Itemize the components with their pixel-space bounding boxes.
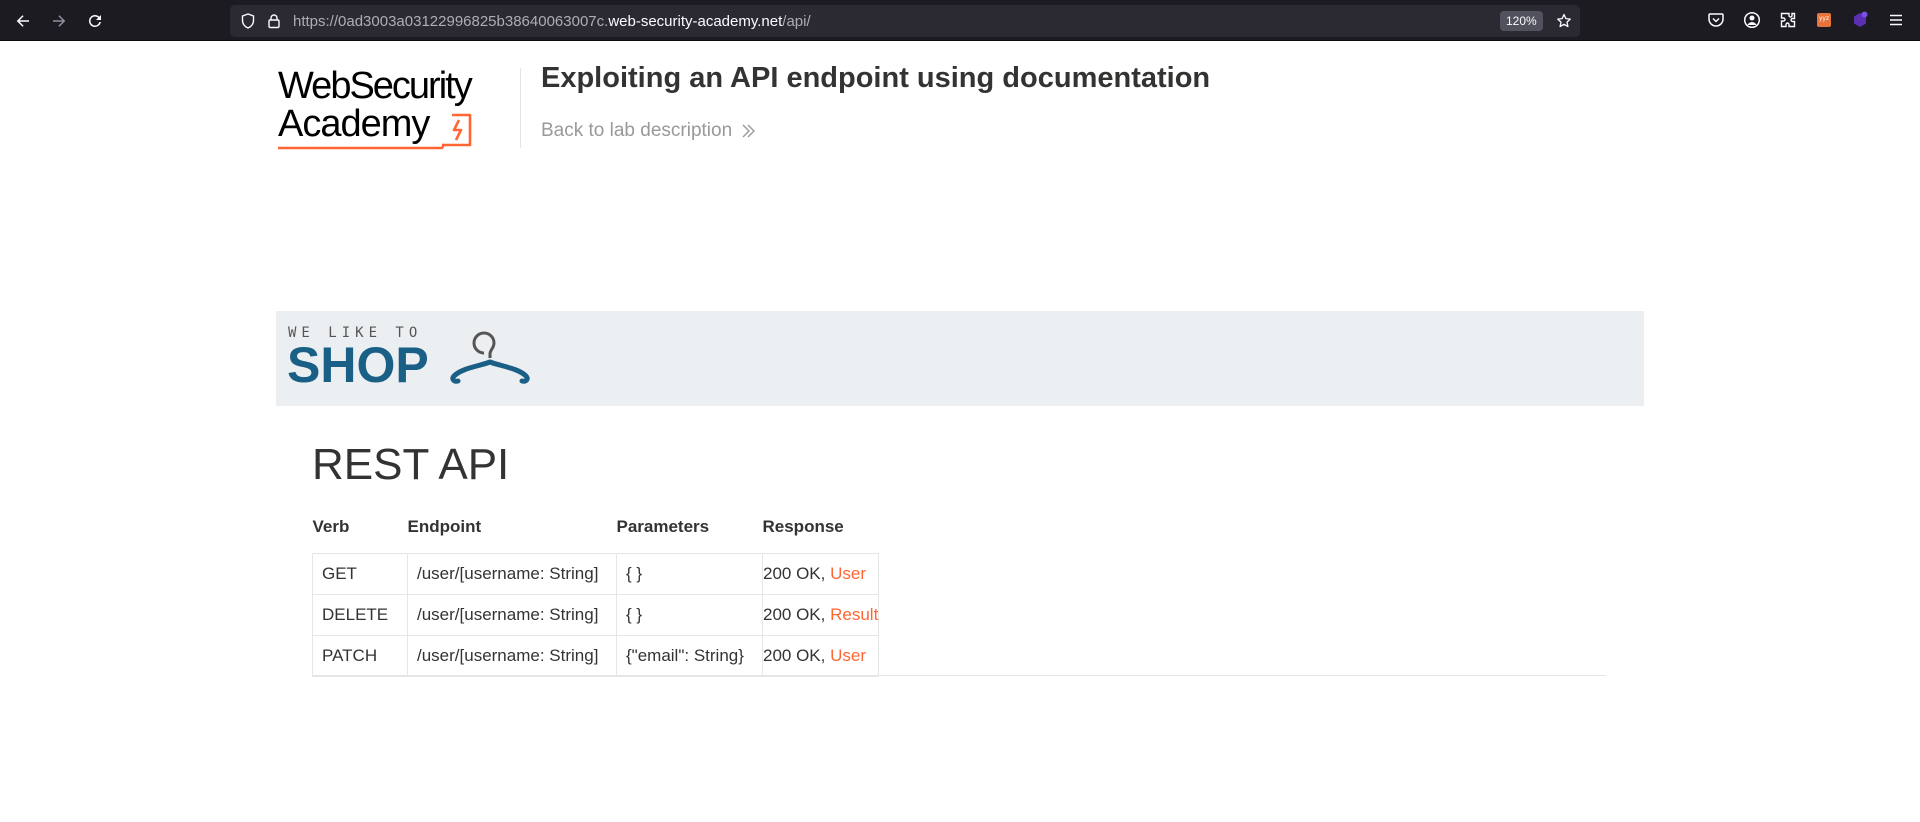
- logo-line2: Academy: [278, 103, 430, 145]
- shop-name: SHOP: [288, 337, 429, 393]
- logo-line1: WebSecurity: [278, 66, 473, 107]
- column-header-response: Response: [762, 517, 844, 536]
- back-to-lab-link[interactable]: Back to lab description: [541, 120, 756, 142]
- url-host: web-security-academy.net: [608, 13, 783, 30]
- verb-cell: DELETE: [312, 593, 408, 636]
- table-row: DELETE /user/[username: String] { } 200 …: [312, 593, 880, 636]
- response-status: 200 OK,: [763, 563, 831, 583]
- column-header-parameters: Parameters: [616, 517, 710, 536]
- table-row: GET /user/[username: String] { } 200 OK,…: [312, 552, 880, 595]
- verb-cell: GET: [312, 552, 408, 595]
- response-cell: 200 OK, Result: [761, 593, 880, 636]
- pocket-icon[interactable]: [1706, 10, 1726, 30]
- shield-icon[interactable]: [240, 13, 256, 29]
- url-text[interactable]: https://0ad3003a03122996825b38640063007c…: [293, 13, 811, 30]
- hanger-icon: [450, 331, 530, 384]
- header-divider: [520, 68, 521, 148]
- api-table: Verb Endpoint Parameters Response GET /u…: [312, 517, 880, 677]
- star-icon[interactable]: [1556, 13, 1572, 29]
- response-type-link[interactable]: User: [830, 564, 866, 583]
- endpoint-cell: /user/[username: String]: [407, 593, 617, 636]
- table-divider: [312, 675, 1606, 676]
- response-cell: 200 OK, User: [761, 634, 880, 677]
- double-chevron-right-icon: [742, 124, 756, 138]
- extension-badge-icon[interactable]: yyz: [1814, 10, 1834, 30]
- response-type-link[interactable]: Result: [830, 605, 878, 624]
- svg-text:yyz: yyz: [1819, 15, 1829, 22]
- verb-cell: PATCH: [312, 634, 408, 677]
- lab-header: WebSecurity Academy Exploiting an API en…: [276, 62, 1676, 162]
- parameters-cell: {"email": String}: [616, 634, 763, 677]
- we-like-to-shop-logo[interactable]: WE LIKE TO SHOP: [288, 320, 548, 400]
- reload-icon[interactable]: [80, 8, 110, 34]
- url-prefix: https://0ad3003a03122996825b38640063007c…: [293, 13, 609, 30]
- zoom-level[interactable]: 120%: [1500, 11, 1543, 31]
- parameters-cell: { }: [616, 593, 763, 636]
- extension-purple-icon[interactable]: [1850, 10, 1870, 30]
- back-icon[interactable]: [8, 8, 38, 34]
- page-heading: REST API: [312, 440, 510, 489]
- browser-toolbar: https://0ad3003a03122996825b38640063007c…: [0, 0, 1920, 41]
- table-row: PATCH /user/[username: String] {"email":…: [312, 634, 880, 677]
- forward-icon[interactable]: [44, 8, 74, 34]
- lab-title: Exploiting an API endpoint using documen…: [541, 62, 1211, 94]
- url-path: /api/: [782, 13, 811, 30]
- response-status: 200 OK,: [763, 604, 831, 624]
- table-header-row: Verb Endpoint Parameters Response: [313, 517, 879, 553]
- web-security-academy-logo[interactable]: WebSecurity Academy: [276, 66, 516, 156]
- lock-icon[interactable]: [266, 13, 282, 29]
- account-icon[interactable]: [1742, 10, 1762, 30]
- url-bar[interactable]: https://0ad3003a03122996825b38640063007c…: [230, 5, 1580, 37]
- endpoint-cell: /user/[username: String]: [407, 552, 617, 595]
- shop-header-banner: WE LIKE TO SHOP: [276, 311, 1644, 406]
- extensions-icon[interactable]: [1778, 10, 1798, 30]
- column-header-verb: Verb: [312, 517, 350, 536]
- parameters-cell: { }: [616, 552, 763, 595]
- response-type-link[interactable]: User: [830, 646, 866, 665]
- column-header-endpoint: Endpoint: [407, 517, 482, 536]
- response-status: 200 OK,: [763, 645, 831, 665]
- endpoint-cell: /user/[username: String]: [407, 634, 617, 677]
- response-cell: 200 OK, User: [761, 552, 880, 595]
- menu-icon[interactable]: [1886, 10, 1906, 30]
- back-to-lab-label: Back to lab description: [541, 120, 733, 141]
